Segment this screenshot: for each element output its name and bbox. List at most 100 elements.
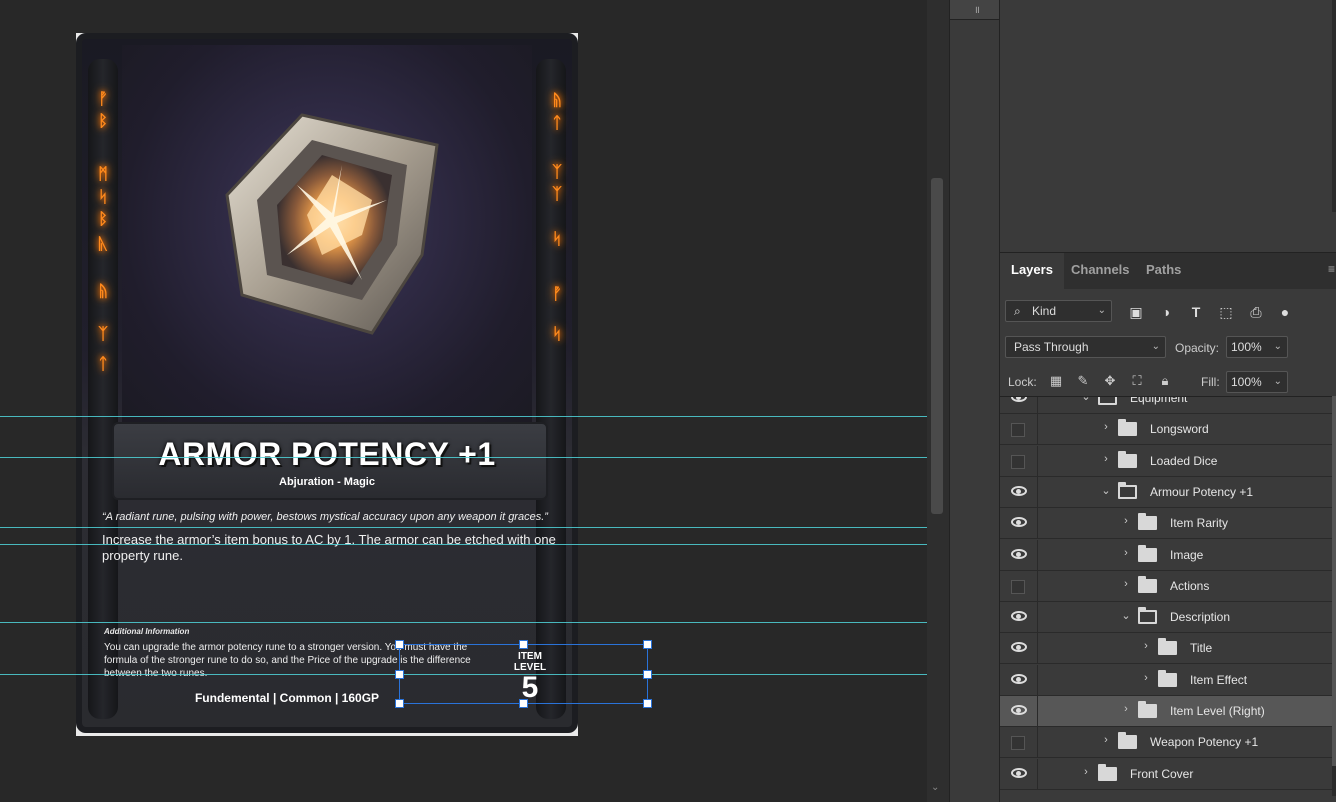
tab-layers[interactable]: Layers: [1000, 253, 1064, 289]
layer-row[interactable]: › Item Level (Right): [1000, 696, 1332, 727]
layer-name[interactable]: Loaded Dice: [1150, 454, 1217, 468]
chevron-right-icon[interactable]: ›: [1100, 421, 1112, 433]
layer-visibility-toggle[interactable]: [1000, 477, 1038, 508]
layer-list[interactable]: ⌄ Equipment › Longsword › Loaded Dice ⌄ Armour …: [1000, 396, 1332, 796]
layer-name[interactable]: Item Level (Right): [1170, 704, 1265, 718]
upper-panel-scrollbar[interactable]: [1332, 0, 1336, 212]
layer-row[interactable]: › Title: [1000, 633, 1332, 664]
panel-menu-icon[interactable]: ≡: [1328, 262, 1335, 276]
fill-input[interactable]: 100% ⌄: [1226, 371, 1288, 393]
layer-visibility-toggle[interactable]: [1000, 696, 1038, 727]
layer-row[interactable]: › Front Cover: [1000, 759, 1332, 790]
layer-visibility-toggle[interactable]: [1000, 540, 1038, 571]
lock-position-icon[interactable]: ✥: [1102, 373, 1118, 389]
eye-icon: [1011, 705, 1027, 715]
tab-channels[interactable]: Channels: [1060, 253, 1141, 289]
dock-header[interactable]: ॥: [950, 0, 999, 20]
layer-name[interactable]: Actions: [1170, 579, 1209, 593]
transform-handle[interactable]: [519, 699, 528, 708]
chevron-right-icon[interactable]: ›: [1140, 640, 1152, 652]
layer-row[interactable]: › Item Rarity: [1000, 508, 1332, 539]
adjustment-filter-icon[interactable]: ◑: [1157, 303, 1175, 321]
transform-handle[interactable]: [519, 640, 528, 649]
lock-transparent-pixels-icon[interactable]: ▦: [1048, 373, 1064, 389]
layer-visibility-toggle[interactable]: [1000, 602, 1038, 633]
layer-name[interactable]: Armour Potency +1: [1150, 485, 1253, 499]
layer-row[interactable]: ⌄ Description: [1000, 602, 1332, 633]
layer-name[interactable]: Title: [1190, 641, 1212, 655]
lock-artboard-icon[interactable]: ⛶: [1129, 373, 1145, 389]
layer-name[interactable]: Item Effect: [1190, 673, 1247, 687]
scrollbar-thumb[interactable]: [931, 178, 943, 514]
chevron-right-icon[interactable]: ›: [1120, 515, 1132, 527]
chevron-right-icon[interactable]: ›: [1100, 453, 1112, 465]
layer-visibility-toggle[interactable]: [1000, 665, 1038, 696]
chevron-right-icon[interactable]: ›: [1120, 703, 1132, 715]
chevron-down-icon[interactable]: ⌄: [1100, 484, 1112, 497]
layer-visibility-toggle[interactable]: [1000, 446, 1038, 477]
layer-visibility-toggle[interactable]: [1000, 727, 1038, 758]
layer-name[interactable]: Image: [1170, 548, 1203, 562]
smart-object-filter-icon[interactable]: ⎙: [1247, 303, 1265, 321]
transform-selection-box[interactable]: [395, 640, 652, 708]
layer-visibility-toggle[interactable]: [1000, 633, 1038, 664]
chevron-right-icon[interactable]: ›: [1120, 547, 1132, 559]
chevron-right-icon[interactable]: ›: [1120, 578, 1132, 590]
transform-handle[interactable]: [395, 640, 404, 649]
tab-paths[interactable]: Paths: [1135, 253, 1192, 289]
guide-line[interactable]: [0, 527, 927, 528]
type-filter-icon[interactable]: T: [1187, 303, 1205, 321]
layer-name[interactable]: Front Cover: [1130, 767, 1193, 781]
layer-visibility-toggle[interactable]: [1000, 759, 1038, 790]
layer-name[interactable]: Equipment: [1130, 397, 1187, 405]
layer-row[interactable]: ⌄ Armour Potency +1: [1000, 477, 1332, 508]
filter-kind-dropdown[interactable]: ⌕ Kind ⌄: [1005, 300, 1112, 322]
search-icon: ⌕: [1014, 304, 1021, 318]
layer-name[interactable]: Item Rarity: [1170, 516, 1228, 530]
guide-line[interactable]: [0, 457, 927, 458]
chevron-right-icon[interactable]: ›: [1080, 766, 1092, 778]
guide-line[interactable]: [0, 544, 927, 545]
document-canvas[interactable]: ᚡᛒᛗᛋᛒᚣᚥᛉᛏ ᚥᛏᛉᛉᛋᚡᛋ ARMOR POTENCY +1 Abjur…: [0, 0, 927, 802]
lock-all-icon[interactable]: 🔒︎: [1157, 373, 1173, 389]
chevron-down-icon[interactable]: ⌄: [1274, 372, 1282, 392]
layer-row[interactable]: › Item Effect: [1000, 665, 1332, 696]
grip-icon[interactable]: ॥: [974, 2, 980, 16]
image-filter-icon[interactable]: ▣: [1127, 303, 1145, 321]
opacity-input[interactable]: 100% ⌄: [1226, 336, 1288, 358]
chevron-right-icon[interactable]: ›: [1100, 734, 1112, 746]
layer-name[interactable]: Longsword: [1150, 422, 1209, 436]
chevron-down-icon[interactable]: ⌄: [1274, 337, 1282, 357]
filter-toggle-icon[interactable]: ●: [1276, 303, 1294, 321]
layer-row[interactable]: › Weapon Potency +1: [1000, 727, 1332, 758]
transform-handle[interactable]: [395, 699, 404, 708]
chevron-down-icon[interactable]: ⌄: [1080, 397, 1092, 403]
layer-visibility-toggle[interactable]: [1000, 571, 1038, 602]
layer-name[interactable]: Weapon Potency +1: [1150, 735, 1258, 749]
chevron-down-icon[interactable]: ⌄: [1120, 609, 1132, 622]
layer-row[interactable]: › Image: [1000, 540, 1332, 571]
layer-row[interactable]: › Loaded Dice: [1000, 446, 1332, 477]
layer-row[interactable]: › Actions: [1000, 571, 1332, 602]
layer-visibility-toggle[interactable]: [1000, 397, 1038, 414]
canvas-vertical-scrollbar[interactable]: ⌄: [927, 0, 949, 802]
scroll-down-icon[interactable]: ⌄: [931, 782, 939, 793]
layer-list-scrollbar[interactable]: [1332, 396, 1336, 796]
layer-visibility-toggle[interactable]: [1000, 414, 1038, 445]
layer-row[interactable]: ⌄ Equipment: [1000, 397, 1332, 414]
blend-mode-dropdown[interactable]: Pass Through ⌄: [1005, 336, 1166, 358]
layer-name[interactable]: Description: [1170, 610, 1230, 624]
scrollbar-thumb[interactable]: [1332, 396, 1336, 766]
card-artboard[interactable]: ᚡᛒᛗᛋᛒᚣᚥᛉᛏ ᚥᛏᛉᛉᛋᚡᛋ ARMOR POTENCY +1 Abjur…: [76, 33, 578, 736]
layer-visibility-toggle[interactable]: [1000, 508, 1038, 539]
guide-line[interactable]: [0, 622, 927, 623]
lock-image-pixels-icon[interactable]: ✎: [1075, 373, 1091, 389]
transform-handle[interactable]: [643, 699, 652, 708]
shape-filter-icon[interactable]: ⬚: [1217, 303, 1235, 321]
transform-handle[interactable]: [643, 670, 652, 679]
transform-handle[interactable]: [643, 640, 652, 649]
chevron-right-icon[interactable]: ›: [1140, 672, 1152, 684]
layer-row[interactable]: › Longsword: [1000, 414, 1332, 445]
transform-handle[interactable]: [395, 670, 404, 679]
guide-line[interactable]: [0, 416, 927, 417]
